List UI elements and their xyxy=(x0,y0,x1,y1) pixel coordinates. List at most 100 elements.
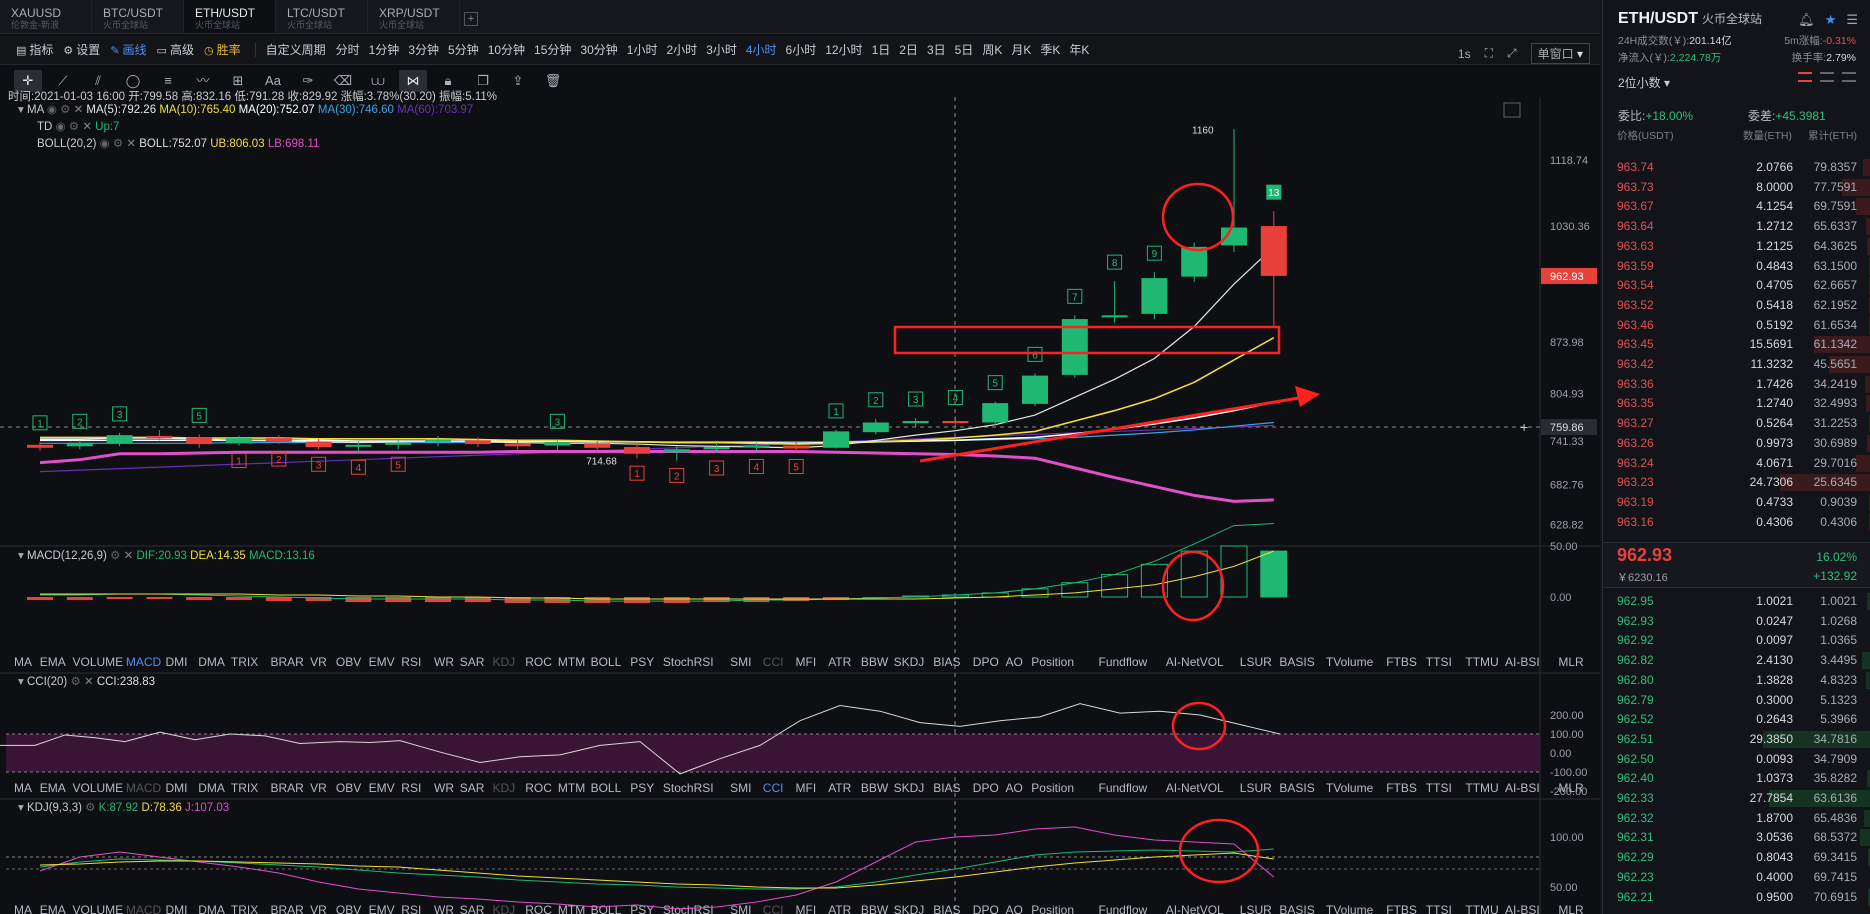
indicator-tab-ema[interactable]: EMA xyxy=(40,781,66,795)
indicator-tab-ttsi[interactable]: TTSI xyxy=(1426,655,1452,669)
indicator-tab-smi[interactable]: SMI xyxy=(730,655,751,669)
indicator-tab-wr[interactable]: WR xyxy=(434,781,454,795)
indicator-tab-tvolume[interactable]: TVolume xyxy=(1326,903,1374,914)
add-tab-button[interactable]: + xyxy=(464,12,478,26)
indicator-tab-stochrsi[interactable]: StochRSI xyxy=(663,781,714,795)
indicator-tab-ma[interactable]: MA xyxy=(14,655,32,669)
indicator-tab-smi[interactable]: SMI xyxy=(730,781,751,795)
close-icon[interactable]: ✕ xyxy=(84,676,94,688)
indicator-tab-mtm[interactable]: MTM xyxy=(558,781,585,795)
interval-button[interactable]: 1s xyxy=(1458,47,1471,61)
indicator-tab-dpo[interactable]: DPO xyxy=(973,903,999,914)
indicator-tab-dpo[interactable]: DPO xyxy=(973,781,999,795)
indicator-tab-psy[interactable]: PSY xyxy=(630,781,654,795)
period-16[interactable]: 5日 xyxy=(955,41,974,58)
indicator-tab-position[interactable]: Position xyxy=(1031,655,1074,669)
period-18[interactable]: 月K xyxy=(1011,41,1031,58)
indicator-tab-brar[interactable]: BRAR xyxy=(271,903,305,914)
indicator-tab-ai-netvol[interactable]: AI-NetVOL xyxy=(1166,655,1224,669)
period-4[interactable]: 10分钟 xyxy=(488,41,525,58)
indicator-tab-dpo[interactable]: DPO xyxy=(973,655,999,669)
menu-icon[interactable]: ☰ xyxy=(1846,12,1858,28)
bell-icon[interactable]: 🔔︎ xyxy=(1798,12,1815,28)
indicator-tab-ftbs[interactable]: FTBS xyxy=(1386,655,1417,669)
period-12[interactable]: 12小时 xyxy=(825,41,862,58)
bid-row[interactable]: 962.29 0.8043 69.3415 xyxy=(1603,848,1870,868)
indicator-tab-vr[interactable]: VR xyxy=(310,781,327,795)
ask-row[interactable]: 963.74 2.0766 79.8357 xyxy=(1603,158,1870,178)
gear-icon[interactable]: ⚙ xyxy=(69,121,79,133)
tab-eth-usdt[interactable]: ETH/USDT 火币全球站 xyxy=(184,0,276,33)
indicator-tab-stochrsi[interactable]: StochRSI xyxy=(663,655,714,669)
indicator-tab-cci[interactable]: CCI xyxy=(763,903,784,914)
indicator-tab-basis[interactable]: BASIS xyxy=(1279,903,1314,914)
close-icon[interactable]: ✕ xyxy=(74,104,84,116)
indicator-tab-wr[interactable]: WR xyxy=(434,903,454,914)
ask-row[interactable]: 963.23 24.7306 25.6345 xyxy=(1603,473,1870,493)
indicator-tab-atr[interactable]: ATR xyxy=(828,655,851,669)
period-3[interactable]: 5分钟 xyxy=(448,41,479,58)
ask-row[interactable]: 963.67 4.1254 69.7591 xyxy=(1603,197,1870,217)
indicator-tab-kdj[interactable]: KDJ xyxy=(493,903,516,914)
indicator-tab-ai-netvol[interactable]: AI-NetVOL xyxy=(1166,781,1224,795)
draw-button[interactable]: ✎ 画线 xyxy=(110,41,146,58)
indicator-button[interactable]: ▤ 指标 xyxy=(16,41,53,58)
window-mode-select[interactable]: 单窗口 ▾ xyxy=(1530,43,1590,64)
indicator-tab-cci[interactable]: CCI xyxy=(763,781,784,795)
indicator-tab-trix[interactable]: TRIX xyxy=(231,781,258,795)
indicator-tab-lsur[interactable]: LSUR xyxy=(1240,655,1272,669)
indicator-tab-brar[interactable]: BRAR xyxy=(271,781,305,795)
indicator-tab-rsi[interactable]: RSI xyxy=(401,903,421,914)
eye-icon[interactable]: ◉ xyxy=(100,138,110,150)
indicator-tab-basis[interactable]: BASIS xyxy=(1279,781,1314,795)
share-icon[interactable]: ⇪ xyxy=(504,70,532,92)
indicator-tab-ema[interactable]: EMA xyxy=(40,903,66,914)
indicator-tab-skdj[interactable]: SKDJ xyxy=(894,781,925,795)
period-2[interactable]: 3分钟 xyxy=(408,41,439,58)
period-19[interactable]: 季K xyxy=(1040,41,1060,58)
indicator-tab-rsi[interactable]: RSI xyxy=(401,781,421,795)
indicator-tab-trix[interactable]: TRIX xyxy=(231,655,258,669)
indicator-tab-dma[interactable]: DMA xyxy=(198,903,225,914)
period-8[interactable]: 2小时 xyxy=(666,41,697,58)
bid-row[interactable]: 962.79 0.3000 5.1323 xyxy=(1603,691,1870,711)
legend-toggle-icon[interactable]: ▾ xyxy=(18,550,24,562)
indicator-tab-macd[interactable]: MACD xyxy=(126,781,162,795)
indicator-tab-volume[interactable]: VOLUME xyxy=(73,903,124,914)
ask-row[interactable]: 963.52 0.5418 62.1952 xyxy=(1603,296,1870,316)
ask-row[interactable]: 963.24 4.0671 29.7016 xyxy=(1603,454,1870,474)
indicator-tab-dmi[interactable]: DMI xyxy=(166,903,188,914)
legend-toggle-icon[interactable]: ▾ xyxy=(18,802,24,814)
indicator-tab-cci[interactable]: CCI xyxy=(763,655,784,669)
period-15[interactable]: 3日 xyxy=(927,41,946,58)
indicator-tab-ttmu[interactable]: TTMU xyxy=(1465,655,1498,669)
tab-xrp-usdt[interactable]: XRP/USDT 火币全球站 xyxy=(368,0,460,33)
bid-row[interactable]: 962.95 1.0021 1.0021 xyxy=(1603,592,1870,612)
indicator-tab-volume[interactable]: VOLUME xyxy=(73,655,124,669)
indicator-tab-obv[interactable]: OBV xyxy=(336,781,361,795)
period-13[interactable]: 1日 xyxy=(872,41,891,58)
ask-row[interactable]: 963.46 0.5192 61.6534 xyxy=(1603,316,1870,336)
delete-icon[interactable]: 🗑︎ xyxy=(539,70,567,92)
ask-row[interactable]: 963.27 0.5264 31.2253 xyxy=(1603,414,1870,434)
ask-row[interactable]: 963.16 0.4306 0.4306 xyxy=(1603,513,1870,533)
winrate-button[interactable]: ◷ 胜率 xyxy=(204,41,241,58)
indicator-tab-macd[interactable]: MACD xyxy=(126,903,162,914)
eye-icon[interactable]: ◉ xyxy=(56,121,66,133)
eye-icon[interactable]: ◉ xyxy=(47,104,57,116)
indicator-tab-ai-bsi[interactable]: AI-BSI xyxy=(1505,903,1540,914)
bid-row[interactable]: 962.93 0.0247 1.0268 xyxy=(1603,612,1870,632)
indicator-tab-mtm[interactable]: MTM xyxy=(558,655,585,669)
ask-row[interactable]: 963.45 15.5691 61.1342 xyxy=(1603,335,1870,355)
indicator-tab-macd[interactable]: MACD xyxy=(126,655,162,669)
indicator-tab-trix[interactable]: TRIX xyxy=(231,903,258,914)
period-10[interactable]: 4小时 xyxy=(746,41,777,58)
indicator-tab-ftbs[interactable]: FTBS xyxy=(1386,903,1417,914)
gear-icon[interactable]: ⚙ xyxy=(110,550,120,562)
indicator-tab-roc[interactable]: ROC xyxy=(525,903,552,914)
indicator-tab-bias[interactable]: BIAS xyxy=(933,903,960,914)
indicator-tab-vr[interactable]: VR xyxy=(310,903,327,914)
close-icon[interactable]: ✕ xyxy=(124,550,134,562)
indicator-tab-ma[interactable]: MA xyxy=(14,903,32,914)
indicator-tab-ftbs[interactable]: FTBS xyxy=(1386,781,1417,795)
